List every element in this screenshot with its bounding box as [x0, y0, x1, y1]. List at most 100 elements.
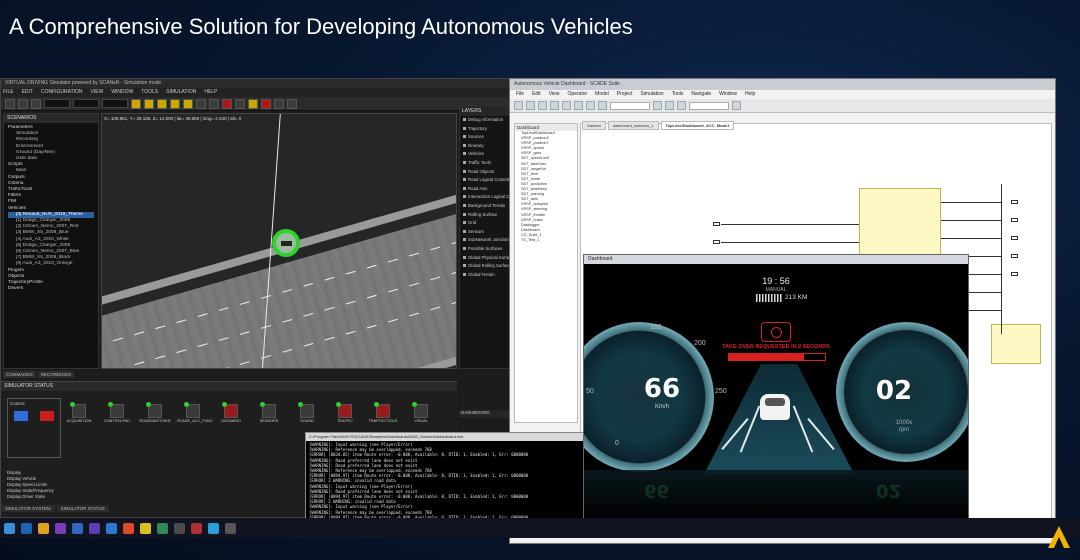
layer-item[interactable]: Road Logical Content [460, 176, 514, 185]
layer-item[interactable]: SubNetwork Junctions [460, 236, 514, 245]
play-button[interactable] [14, 411, 28, 421]
app-icon[interactable] [174, 522, 185, 534]
output-port[interactable] [1011, 272, 1018, 276]
tab-commands[interactable]: COMMANDS [3, 371, 36, 378]
stop-button[interactable] [40, 411, 54, 421]
menu-item[interactable]: Help [745, 90, 755, 99]
settings-icon[interactable] [287, 98, 297, 109]
scenario-selector[interactable] [44, 99, 70, 108]
ie-icon[interactable] [21, 522, 32, 534]
module-item[interactable]: SCENARIO [215, 402, 247, 423]
debug-icon[interactable] [677, 101, 686, 110]
undo-icon[interactable] [586, 101, 595, 110]
folder-icon[interactable] [38, 522, 49, 534]
layer-item[interactable]: Background Terrain [460, 202, 514, 211]
paste-icon[interactable] [574, 101, 583, 110]
dashboard-tab[interactable]: DASHBOARD [459, 410, 515, 418]
cut-icon[interactable] [550, 101, 559, 110]
layer-item[interactable]: Road Objects [460, 168, 514, 177]
open-icon[interactable] [18, 98, 28, 109]
menu-edit[interactable]: EDIT [22, 88, 33, 97]
app-icon[interactable] [123, 522, 134, 534]
save-icon[interactable] [538, 101, 547, 110]
layer-item[interactable]: Global Physical Surfaces [460, 254, 514, 263]
layer-item[interactable]: Road Axis [460, 185, 514, 194]
start-icon[interactable] [4, 522, 15, 534]
document-tab[interactable]: TopLevelDashboard_ACC_Mode1 [660, 121, 735, 130]
display-option[interactable]: Display Driver State [7, 494, 54, 500]
input-port[interactable] [713, 222, 720, 226]
app-icon[interactable] [208, 522, 219, 534]
app-icon[interactable] [72, 522, 83, 534]
camera-icon[interactable] [196, 98, 206, 109]
layer-item[interactable]: Rolling Surface [460, 211, 514, 220]
terminal-icon[interactable] [225, 522, 236, 534]
tools-icon[interactable] [274, 98, 284, 109]
menu-simulation[interactable]: SIMULATION [166, 88, 196, 97]
emergency-stop-icon[interactable] [261, 98, 271, 109]
app-icon[interactable] [106, 522, 117, 534]
select-tool-icon[interactable] [131, 98, 141, 109]
output-port[interactable] [1011, 200, 1018, 204]
layer-item[interactable]: Debug information [460, 116, 514, 125]
layer-item[interactable]: Global Terrain [460, 271, 514, 280]
redo-icon[interactable] [598, 101, 607, 110]
3d-viewport[interactable]: X= 106.861, Y= 28.185, Z= 12.000 | lat= … [101, 113, 457, 369]
menu-tools[interactable]: TOOLS [141, 88, 158, 97]
module-item[interactable]: SCADE_ACC_FUNC [177, 402, 213, 423]
output-port[interactable] [1011, 254, 1018, 258]
menu-window[interactable]: WINDOW [111, 88, 133, 97]
module-item[interactable]: SENSORS [253, 402, 285, 423]
visual-studio-icon[interactable] [55, 522, 66, 534]
menu-item[interactable]: Edit [532, 90, 541, 99]
layer-item[interactable]: Grid [460, 219, 514, 228]
layer-item[interactable]: Sensors [460, 228, 514, 237]
layer-item[interactable]: Global Rolling Surface [460, 262, 514, 271]
layer-item[interactable]: Traffic Tools [460, 159, 514, 168]
menu-item[interactable]: Simulation [640, 90, 663, 99]
module-item[interactable]: TRAFFICTOOLS [367, 402, 399, 423]
rotate-tool-icon[interactable] [157, 98, 167, 109]
module-item[interactable]: ROADSWITCHER [139, 402, 171, 423]
tab-simulator-status[interactable]: SIMULATOR STATUS [56, 505, 109, 512]
module-item[interactable]: SOUND [291, 402, 323, 423]
build-icon[interactable] [653, 101, 662, 110]
output-block[interactable] [991, 324, 1041, 364]
layer-item[interactable]: Intersection Logical Content [460, 193, 514, 202]
new-icon[interactable] [5, 98, 15, 109]
menu-item[interactable]: Navigate [691, 90, 711, 99]
menu-item[interactable]: Model [595, 90, 609, 99]
record-icon[interactable] [235, 98, 245, 109]
app-icon[interactable] [191, 522, 202, 534]
menu-item[interactable]: View [549, 90, 560, 99]
move-tool-icon[interactable] [144, 98, 154, 109]
document-tab[interactable]: Dashbo [582, 121, 606, 130]
tree-item[interactable]: Drivers [8, 286, 94, 292]
pause-icon[interactable] [248, 98, 258, 109]
menu-item[interactable]: Project [617, 90, 633, 99]
open-icon[interactable] [526, 101, 535, 110]
menu-file[interactable]: FILE [3, 88, 14, 97]
new-icon[interactable] [514, 101, 523, 110]
chrome-icon[interactable] [140, 522, 151, 534]
tab-recordings[interactable]: RECORDINGS [37, 371, 75, 378]
menu-item[interactable]: Window [719, 90, 737, 99]
module-item[interactable]: TRAFFIC [329, 402, 361, 423]
search-icon[interactable] [732, 101, 741, 110]
output-port[interactable] [1011, 218, 1018, 222]
layer-item[interactable]: Itinerary [460, 142, 514, 151]
menu-help[interactable]: HELP [204, 88, 217, 97]
ego-vehicle-marker[interactable] [272, 229, 300, 257]
document-tab[interactable]: dashboard_scenario_1 [607, 121, 659, 130]
layer-item[interactable]: Possible Surfaces [460, 245, 514, 254]
layer-item[interactable]: Sources [460, 133, 514, 142]
menu-item[interactable]: Operator [567, 90, 587, 99]
module-item[interactable]: CONTROLPAD [101, 402, 133, 423]
grid-icon[interactable] [209, 98, 219, 109]
environment-selector[interactable] [73, 99, 99, 108]
output-port[interactable] [1011, 236, 1018, 240]
save-icon[interactable] [31, 98, 41, 109]
model-tree-item[interactable]: TS_Test_1 [515, 238, 577, 243]
target-tool-icon[interactable] [170, 98, 180, 109]
module-item[interactable]: ACQUISITION [63, 402, 95, 423]
